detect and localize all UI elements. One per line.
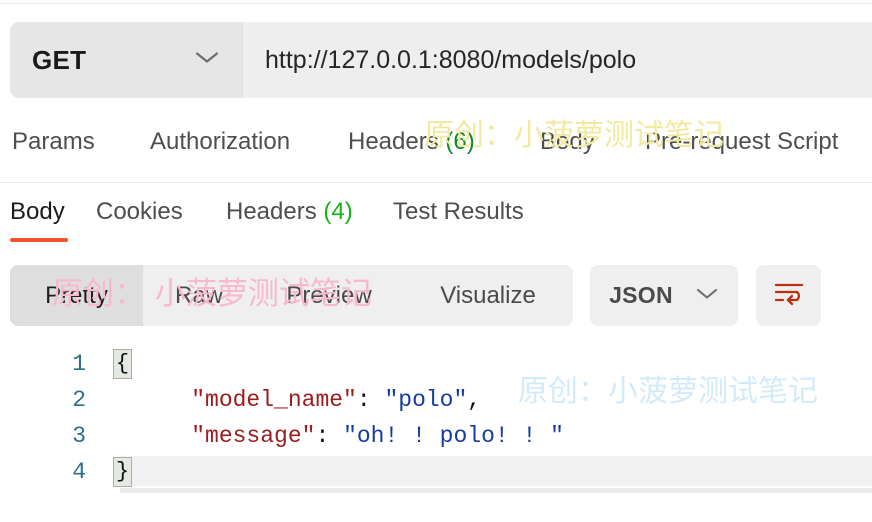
code-line-number: 2 <box>72 387 86 413</box>
response-tab-cookies[interactable]: Cookies <box>96 198 183 226</box>
code-line-text: "message": "oh! ! polo! ! " <box>136 418 564 454</box>
response-tab-label: Test Results <box>393 198 524 225</box>
json-value: "oh! ! polo! ! " <box>343 423 564 449</box>
json-colon: : <box>356 387 385 413</box>
request-tab-authorization[interactable]: Authorization <box>150 128 290 156</box>
request-tab-headers[interactable]: Headers (6) <box>348 128 475 156</box>
postman-response-view: GET http://127.0.0.1:8080/models/polo Pa… <box>0 0 872 522</box>
code-fold-brace[interactable]: { <box>113 349 132 379</box>
request-tab-count: (6) <box>438 128 475 155</box>
json-key: "message" <box>191 423 316 449</box>
json-key: "model_name" <box>191 387 357 413</box>
content-type-dropdown[interactable]: JSON <box>590 265 738 326</box>
response-tab-test-results[interactable]: Test Results <box>393 198 524 226</box>
chevron-down-icon <box>695 286 719 306</box>
chevron-down-icon <box>194 50 220 71</box>
code-line-text: "model_name": "polo", <box>136 382 481 418</box>
code-fold-brace[interactable]: } <box>113 457 132 487</box>
response-tab-label: Body <box>10 198 65 225</box>
response-tab-label: Headers <box>226 198 317 225</box>
request-tab-body[interactable]: Body <box>540 128 595 156</box>
http-method-label: GET <box>32 44 87 75</box>
json-comma: , <box>467 387 482 413</box>
response-tab-label: Cookies <box>96 198 183 225</box>
request-tab-params[interactable]: Params <box>12 128 95 156</box>
response-body-code[interactable]: 1 {2 "model_name": "polo", 3 "message": "o… <box>0 340 872 522</box>
request-tabs-divider <box>0 182 872 183</box>
word-wrap-icon <box>772 278 806 313</box>
body-format-toggle-group: Pretty Raw Preview Visualize <box>10 265 573 326</box>
json-value: "polo" <box>384 387 468 413</box>
word-wrap-button[interactable] <box>756 265 821 326</box>
format-button-raw[interactable]: Raw <box>143 265 255 326</box>
format-button-pretty[interactable]: Pretty <box>10 265 143 326</box>
response-tab-count: (4) <box>316 198 353 225</box>
format-button-visualize[interactable]: Visualize <box>403 265 573 326</box>
code-line-number: 1 <box>72 351 86 377</box>
code-line-highlight-edge <box>120 488 872 493</box>
code-line-number: 3 <box>72 423 86 449</box>
request-tab-label: Body <box>540 128 595 155</box>
format-button-preview[interactable]: Preview <box>255 265 403 326</box>
request-tab-label: Pre-request Script <box>645 128 839 155</box>
content-type-label: JSON <box>609 282 673 308</box>
response-tab-body[interactable]: Body <box>10 198 65 226</box>
top-divider <box>0 3 872 4</box>
response-tab-bar: Body Cookies Headers (4) Test Results <box>0 198 872 246</box>
request-tab-pre-request-script[interactable]: Pre-request Script <box>645 128 838 156</box>
request-tab-label: Params <box>12 128 95 155</box>
request-tab-bar: Params Authorization Headers (6) Body Pre-re… <box>0 128 872 180</box>
http-method-dropdown[interactable]: GET <box>10 22 242 98</box>
request-url-bar: GET http://127.0.0.1:8080/models/polo <box>10 22 872 98</box>
response-tab-headers[interactable]: Headers (4) <box>226 198 353 226</box>
json-colon: : <box>315 423 344 449</box>
code-line-number: 4 <box>72 459 86 485</box>
url-text: http://127.0.0.1:8080/models/polo <box>265 45 637 74</box>
request-tab-label: Headers <box>348 128 439 155</box>
code-line-highlight <box>120 456 872 486</box>
active-tab-underline <box>10 238 68 242</box>
request-tab-label: Authorization <box>150 128 291 155</box>
url-input[interactable]: http://127.0.0.1:8080/models/polo <box>242 22 872 98</box>
